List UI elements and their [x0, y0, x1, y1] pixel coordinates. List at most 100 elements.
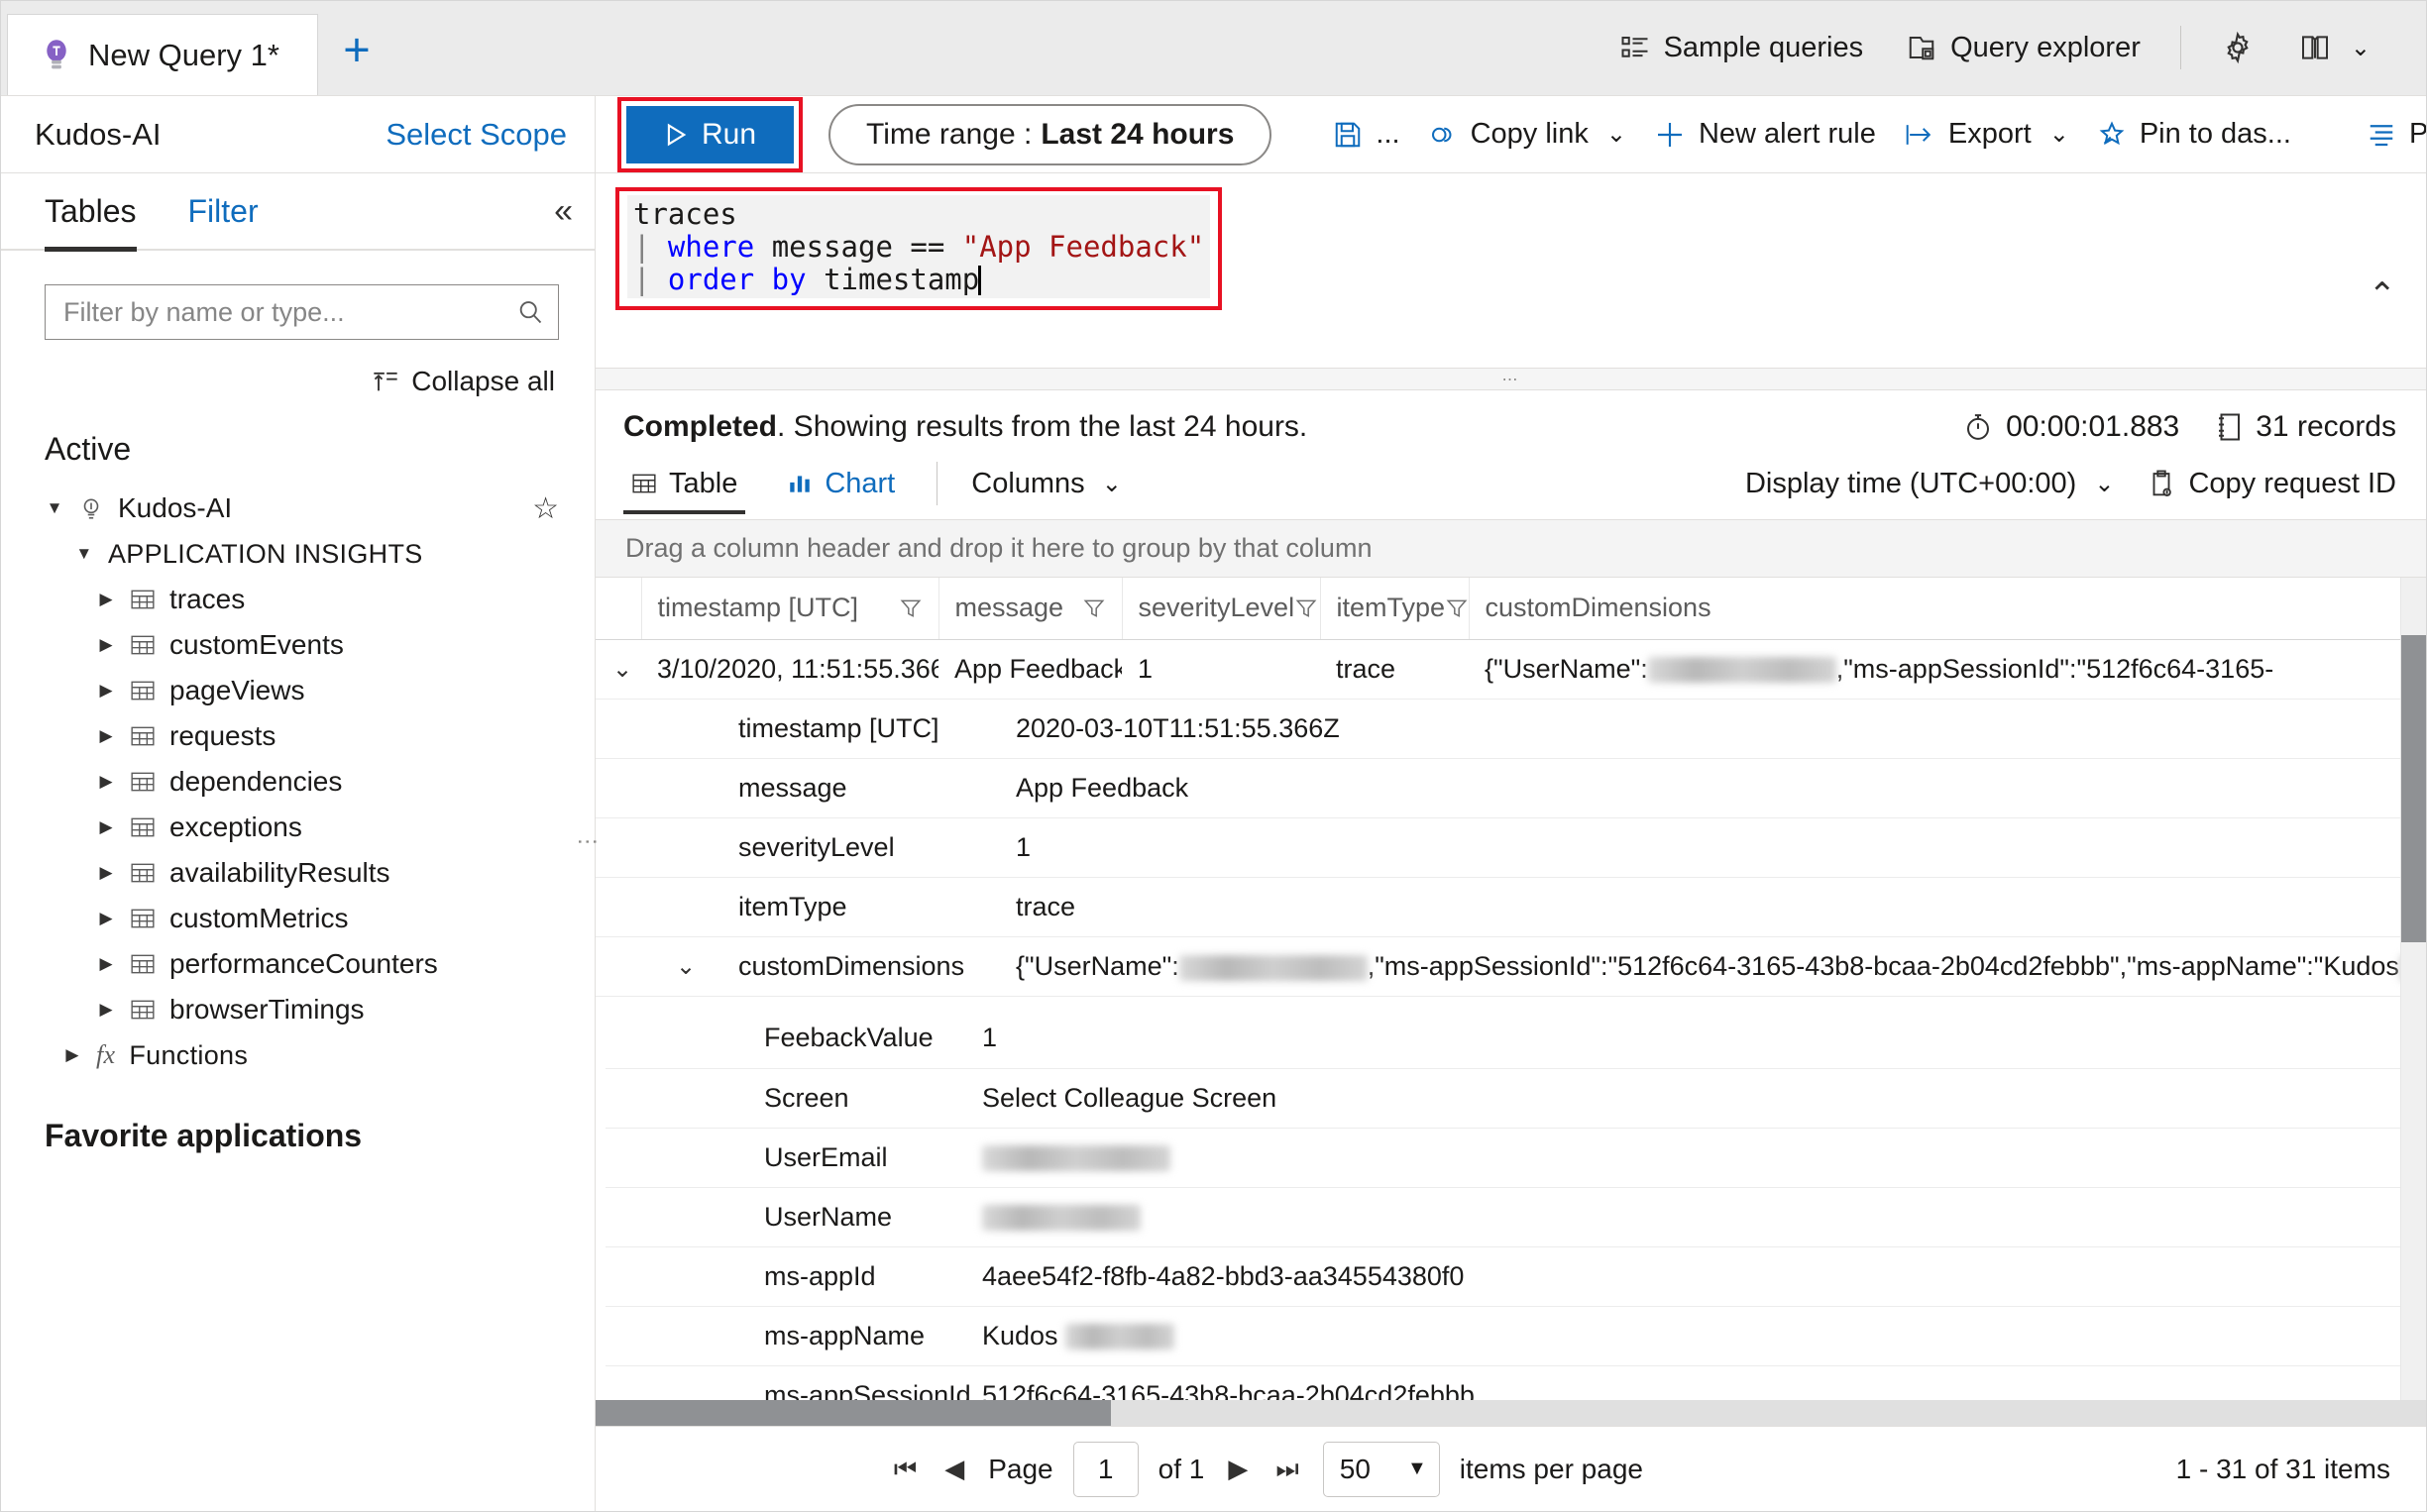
export-button[interactable]: Export ⌄	[1890, 104, 2083, 165]
first-page-icon[interactable]: ⏮	[890, 1454, 921, 1485]
prettify-button[interactable]: Prettify...	[2353, 104, 2426, 165]
table-filter-input[interactable]	[63, 296, 516, 328]
filter-funnel-icon[interactable]	[1294, 596, 1318, 620]
detail-spacer	[596, 877, 643, 937]
export-label: Export	[1947, 118, 2032, 150]
chevron-right-icon[interactable]: ▶	[96, 635, 116, 655]
record-count: 31 records	[2215, 410, 2396, 444]
chevron-right-icon[interactable]: ▶	[96, 726, 116, 746]
copy-link-button[interactable]: Copy link ⌄	[1414, 104, 1640, 165]
list-item: FeebackValue 1	[606, 1009, 2416, 1069]
table-row[interactable]: ⌄ 3/10/2020, 11:51:55.366 AM App Feedbac…	[596, 639, 2426, 700]
sidebar-item-custommetrics[interactable]: ▶ customMetrics	[1, 896, 595, 941]
help-button[interactable]: ⌄	[2276, 17, 2392, 78]
pin-to-dashboard-button[interactable]: Pin to das...	[2083, 104, 2305, 165]
chevron-right-icon[interactable]: ▶	[96, 954, 116, 974]
chevron-right-icon[interactable]: ▶	[96, 772, 116, 792]
tab-table[interactable]: Table	[623, 468, 746, 514]
play-icon	[664, 122, 688, 148]
column-header-itemtype[interactable]: itemType	[1320, 578, 1470, 640]
tree-group-application-insights[interactable]: ▼ APPLICATION INSIGHTS	[1, 531, 595, 577]
last-page-icon[interactable]: ⏭	[1271, 1454, 1302, 1485]
filter-funnel-icon[interactable]	[899, 596, 923, 620]
grid-vertical-scroll-thumb[interactable]	[2401, 635, 2426, 942]
group-by-dropzone[interactable]: Drag a column header and drop it here to…	[596, 520, 2426, 578]
column-header-severitylevel[interactable]: severityLevel	[1122, 578, 1321, 640]
favorite-star-icon[interactable]: ☆	[532, 491, 559, 526]
display-time-selector[interactable]: Display time (UTC+00:00) ⌄	[1745, 468, 2115, 500]
sidebar-tab-tables[interactable]: Tables	[45, 172, 137, 252]
new-query-tab-button[interactable]: +	[318, 14, 395, 95]
table-filter-box[interactable]	[45, 284, 559, 340]
next-page-icon[interactable]: ▶	[1224, 1454, 1252, 1484]
tree-node-workspace[interactable]: ▼ Kudos-AI ☆	[1, 486, 595, 531]
column-header-timestamp[interactable]: timestamp [UTC]	[641, 578, 939, 640]
sidebar-item-requests[interactable]: ▶ requests	[1, 713, 595, 759]
page-label: Page	[988, 1453, 1053, 1484]
table-icon	[130, 815, 156, 839]
list-item: ms-appId 4aee54f2-f8fb-4a82-bbd3-aa34554…	[606, 1246, 2416, 1307]
chevron-down-icon[interactable]: ▼	[74, 544, 94, 564]
sidebar-item-customevents[interactable]: ▶ customEvents	[1, 622, 595, 668]
sidebar-item-exceptions[interactable]: ▶ exceptions	[1, 805, 595, 850]
new-alert-rule-button[interactable]: New alert rule	[1640, 104, 1890, 165]
collapse-editor-chevron-icon[interactable]: ⌃	[2369, 278, 2397, 312]
chevron-right-icon[interactable]: ▶	[96, 590, 116, 609]
sidebar-item-performancecounters[interactable]: ▶ performanceCounters	[1, 941, 595, 987]
chevron-down-icon[interactable]: ▼	[45, 498, 64, 518]
filter-funnel-icon[interactable]	[1445, 596, 1469, 620]
sample-queries-button[interactable]: Sample queries	[1599, 17, 1886, 78]
sidebar-item-dependencies[interactable]: ▶ dependencies	[1, 759, 595, 805]
settings-button[interactable]	[2199, 17, 2276, 78]
grid-vertical-scrollbar[interactable]	[2400, 578, 2426, 1400]
select-scope-link[interactable]: Select Scope	[386, 117, 567, 153]
detail-row-customdimensions[interactable]: ⌄ customDimensions {"UserName": ,"ms-appS…	[596, 936, 2426, 997]
table-icon	[130, 952, 156, 976]
sidebar-item-browsertimings[interactable]: ▶ browserTimings	[1, 987, 595, 1032]
sidebar-item-traces[interactable]: ▶ traces	[1, 577, 595, 622]
redacted-username	[1647, 657, 1836, 684]
sidebar-item-label: requests	[169, 720, 276, 751]
save-disk-icon	[1333, 120, 1363, 150]
page-size-select[interactable]: 50 ▼	[1322, 1441, 1440, 1497]
tab-chart[interactable]: Chart	[779, 468, 903, 514]
results-status-bold: Completed	[623, 410, 778, 443]
chevron-double-left-icon[interactable]: «	[554, 194, 573, 228]
grid-horizontal-scrollbar[interactable]	[596, 1400, 2426, 1426]
collapse-all-button[interactable]: Collapse all	[1, 366, 555, 397]
chevron-right-icon[interactable]: ▶	[96, 681, 116, 701]
save-button[interactable]: ...	[1319, 104, 1413, 165]
column-header-customdimensions[interactable]: customDimensions	[1469, 578, 2426, 640]
search-icon	[516, 298, 544, 326]
sidebar-item-availabilityresults[interactable]: ▶ availabilityResults	[1, 850, 595, 896]
copy-request-id-button[interactable]: Copy request ID	[2148, 468, 2396, 500]
kql-keyword-where: where	[667, 230, 755, 264]
kql-query-editor[interactable]: traces | where message == "App Feedback"…	[627, 195, 1211, 298]
editor-results-splitter[interactable]: ⋯	[596, 369, 2426, 390]
results-metrics: 00:00:01.883 31 records	[1963, 410, 2396, 444]
page-number-input[interactable]	[1072, 1441, 1139, 1497]
previous-page-icon[interactable]: ◀	[940, 1454, 968, 1484]
chevron-right-icon[interactable]: ▶	[96, 817, 116, 837]
sidebar-item-functions[interactable]: ▶ fx Functions	[1, 1032, 595, 1078]
run-button[interactable]: Run	[626, 105, 795, 163]
time-range-picker[interactable]: Time range : Last 24 hours	[828, 103, 1272, 165]
pin-icon	[2097, 120, 2127, 150]
columns-menu-button[interactable]: Columns ⌄	[963, 468, 1130, 514]
cell-timestamp: 3/10/2020, 11:51:55.366 AM	[641, 639, 938, 700]
query-tab[interactable]: New Query 1*	[7, 14, 318, 95]
chevron-right-icon[interactable]: ▶	[96, 1000, 116, 1020]
sidebar-tab-filter[interactable]: Filter	[188, 172, 259, 250]
chevron-right-icon[interactable]: ▶	[96, 863, 116, 883]
column-header-message[interactable]: message	[938, 578, 1123, 640]
customdimensions-expand-toggle[interactable]: ⌄	[643, 936, 728, 997]
cd-value: 512f6c64-3165-43b8-bcaa-2b04cd2febbb	[972, 1365, 2416, 1400]
filter-funnel-icon[interactable]	[1082, 596, 1106, 620]
chevron-right-icon[interactable]: ▶	[96, 909, 116, 928]
row-expand-toggle[interactable]: ⌄	[596, 639, 641, 700]
cell-message: App Feedback	[938, 639, 1122, 700]
query-explorer-button[interactable]: Query explorer	[1885, 17, 2162, 78]
sidebar-item-pageviews[interactable]: ▶ pageViews	[1, 668, 595, 713]
chevron-right-icon[interactable]: ▶	[62, 1045, 82, 1065]
grid-horizontal-scroll-thumb[interactable]	[596, 1400, 1111, 1426]
